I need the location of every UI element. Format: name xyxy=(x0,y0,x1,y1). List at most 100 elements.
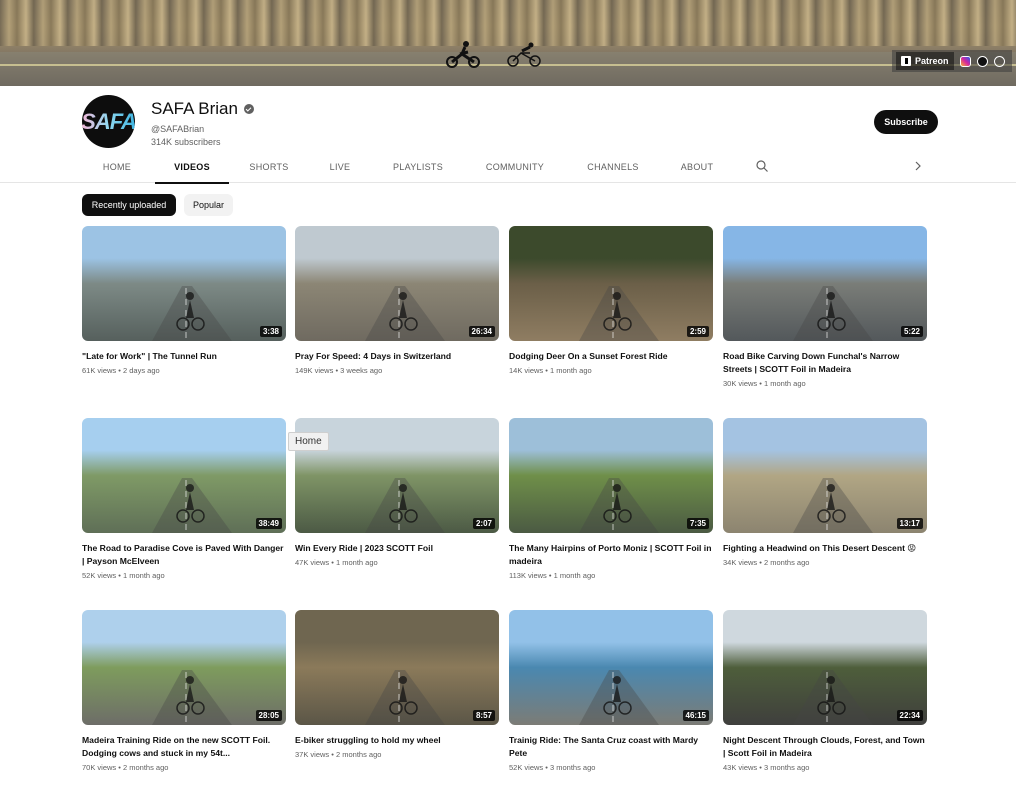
meta-separator: • xyxy=(757,558,764,567)
video-duration: 7:35 xyxy=(686,518,709,529)
video-age: 2 days ago xyxy=(122,366,160,375)
meta-separator: • xyxy=(116,366,123,375)
thumbnail-scene-icon xyxy=(365,286,445,341)
tab-community[interactable]: COMMUNITY xyxy=(476,150,554,183)
avatar[interactable]: SAFA xyxy=(82,95,135,148)
video-card[interactable]: 8:57 E-biker struggling to hold my wheel 3… xyxy=(295,610,499,759)
video-age: 1 month ago xyxy=(122,571,165,580)
meta-separator: • xyxy=(543,366,550,375)
video-thumbnail[interactable]: 3:38 xyxy=(82,226,286,341)
video-thumbnail[interactable]: 8:57 xyxy=(295,610,499,725)
thumbnail-scene-icon xyxy=(579,670,659,725)
video-title[interactable]: The Many Hairpins of Porto Moniz | SCOTT… xyxy=(509,542,713,568)
video-age: 2 months ago xyxy=(335,750,382,759)
video-meta: 52K views • 1 month ago xyxy=(82,571,286,580)
video-views: 47K views xyxy=(295,558,330,567)
chevron-right-icon[interactable] xyxy=(912,160,924,172)
meta-separator: • xyxy=(757,379,764,388)
video-duration: 26:34 xyxy=(468,326,495,337)
channel-links-bar: Patreon xyxy=(892,50,1012,72)
video-thumbnail[interactable]: 13:17 xyxy=(723,418,927,533)
video-title[interactable]: Dodging Deer On a Sunset Forest Ride xyxy=(509,350,713,363)
video-card[interactable]: 2:59 Dodging Deer On a Sunset Forest Ride… xyxy=(509,226,713,375)
channel-handle: @SAFABrian xyxy=(151,124,205,134)
tab-playlists[interactable]: PLAYLISTS xyxy=(385,150,451,183)
strava-icon[interactable] xyxy=(976,55,988,67)
globe-icon[interactable] xyxy=(993,55,1005,67)
video-title[interactable]: Win Every Ride | 2023 SCOTT Foil xyxy=(295,542,499,555)
video-card[interactable]: 28:05 Madeira Training Ride on the new SC… xyxy=(82,610,286,772)
search-icon[interactable] xyxy=(756,160,768,172)
tab-about[interactable]: ABOUT xyxy=(672,150,722,183)
thumbnail-scene-icon xyxy=(152,286,232,341)
video-thumbnail[interactable]: 7:35 xyxy=(509,418,713,533)
thumbnail-scene-icon xyxy=(579,286,659,341)
filter-recently-uploaded[interactable]: Recently uploaded xyxy=(82,194,176,216)
video-title[interactable]: Fighting a Headwind on This Desert Desce… xyxy=(723,542,927,555)
channel-info: SAFA Brian @SAFABrian 314K subscribers xyxy=(151,99,254,147)
video-age: 1 month ago xyxy=(335,558,378,567)
video-meta: 30K views • 1 month ago xyxy=(723,379,927,388)
video-card[interactable]: 22:34 Night Descent Through Clouds, Fores… xyxy=(723,610,927,772)
verified-icon xyxy=(243,104,254,114)
video-title[interactable]: Pray For Speed: 4 Days in Switzerland xyxy=(295,350,499,363)
video-meta: 61K views • 2 days ago xyxy=(82,366,286,375)
video-thumbnail[interactable]: 38:49 xyxy=(82,418,286,533)
video-age: 3 months ago xyxy=(549,763,596,772)
video-title[interactable]: The Road to Paradise Cove is Paved With … xyxy=(82,542,286,568)
video-thumbnail[interactable]: 28:05 xyxy=(82,610,286,725)
tab-live[interactable]: LIVE xyxy=(320,150,360,183)
thumbnail-scene-icon xyxy=(793,670,873,725)
video-title[interactable]: E-biker struggling to hold my wheel xyxy=(295,734,499,747)
video-age: 1 month ago xyxy=(549,366,592,375)
tab-home[interactable]: HOME xyxy=(94,150,140,183)
filter-popular[interactable]: Popular xyxy=(184,194,233,216)
tab-channels[interactable]: CHANNELS xyxy=(578,150,648,183)
video-age: 2 months ago xyxy=(122,763,169,772)
video-meta: 34K views • 2 months ago xyxy=(723,558,927,567)
meta-separator: • xyxy=(116,571,123,580)
patreon-link[interactable]: Patreon xyxy=(896,52,954,70)
thumbnail-scene-icon xyxy=(152,478,232,533)
thumbnail-scene-icon xyxy=(793,286,873,341)
video-views: 14K views xyxy=(509,366,544,375)
video-views: 52K views xyxy=(82,571,117,580)
video-thumbnail[interactable]: 26:34 xyxy=(295,226,499,341)
video-card[interactable]: 3:38 "Late for Work" | The Tunnel Run 61K … xyxy=(82,226,286,375)
meta-separator: • xyxy=(757,763,764,772)
video-card[interactable]: 38:49 The Road to Paradise Cove is Paved … xyxy=(82,418,286,580)
video-card[interactable]: 26:34 Pray For Speed: 4 Days in Switzerla… xyxy=(295,226,499,375)
video-age: 1 month ago xyxy=(553,571,596,580)
video-card[interactable]: 5:22 Road Bike Carving Down Funchal's Nar… xyxy=(723,226,927,388)
subscribe-button[interactable]: Subscribe xyxy=(874,110,938,134)
tooltip: Home xyxy=(288,432,329,451)
video-title[interactable]: Trainig Ride: The Santa Cruz coast with … xyxy=(509,734,713,760)
video-thumbnail[interactable]: 22:34 xyxy=(723,610,927,725)
tab-videos[interactable]: VIDEOS xyxy=(155,150,229,184)
tab-shorts[interactable]: SHORTS xyxy=(244,150,294,183)
video-meta: 149K views • 3 weeks ago xyxy=(295,366,499,375)
video-meta: 14K views • 1 month ago xyxy=(509,366,713,375)
video-thumbnail[interactable]: 46:15 xyxy=(509,610,713,725)
video-duration: 22:34 xyxy=(896,710,923,721)
instagram-icon[interactable] xyxy=(959,55,971,67)
video-card[interactable]: 46:15 Trainig Ride: The Santa Cruz coast … xyxy=(509,610,713,772)
channel-name-text: SAFA Brian xyxy=(151,99,238,118)
video-thumbnail[interactable]: 5:22 xyxy=(723,226,927,341)
video-meta: 37K views • 2 months ago xyxy=(295,750,499,759)
video-meta: 113K views • 1 month ago xyxy=(509,571,713,580)
video-title[interactable]: Night Descent Through Clouds, Forest, an… xyxy=(723,734,927,760)
video-duration: 2:07 xyxy=(472,518,495,529)
video-title[interactable]: Madeira Training Ride on the new SCOTT F… xyxy=(82,734,286,760)
channel-banner: Patreon xyxy=(0,0,1016,86)
video-thumbnail[interactable]: 2:59 xyxy=(509,226,713,341)
video-card[interactable]: 13:17 Fighting a Headwind on This Desert … xyxy=(723,418,927,567)
thumbnail-scene-icon xyxy=(152,670,232,725)
video-age: 2 months ago xyxy=(763,558,810,567)
video-duration: 8:57 xyxy=(472,710,495,721)
meta-separator: • xyxy=(329,558,336,567)
meta-separator: • xyxy=(329,750,336,759)
video-title[interactable]: "Late for Work" | The Tunnel Run xyxy=(82,350,286,363)
video-title[interactable]: Road Bike Carving Down Funchal's Narrow … xyxy=(723,350,927,376)
video-card[interactable]: 7:35 The Many Hairpins of Porto Moniz | S… xyxy=(509,418,713,580)
